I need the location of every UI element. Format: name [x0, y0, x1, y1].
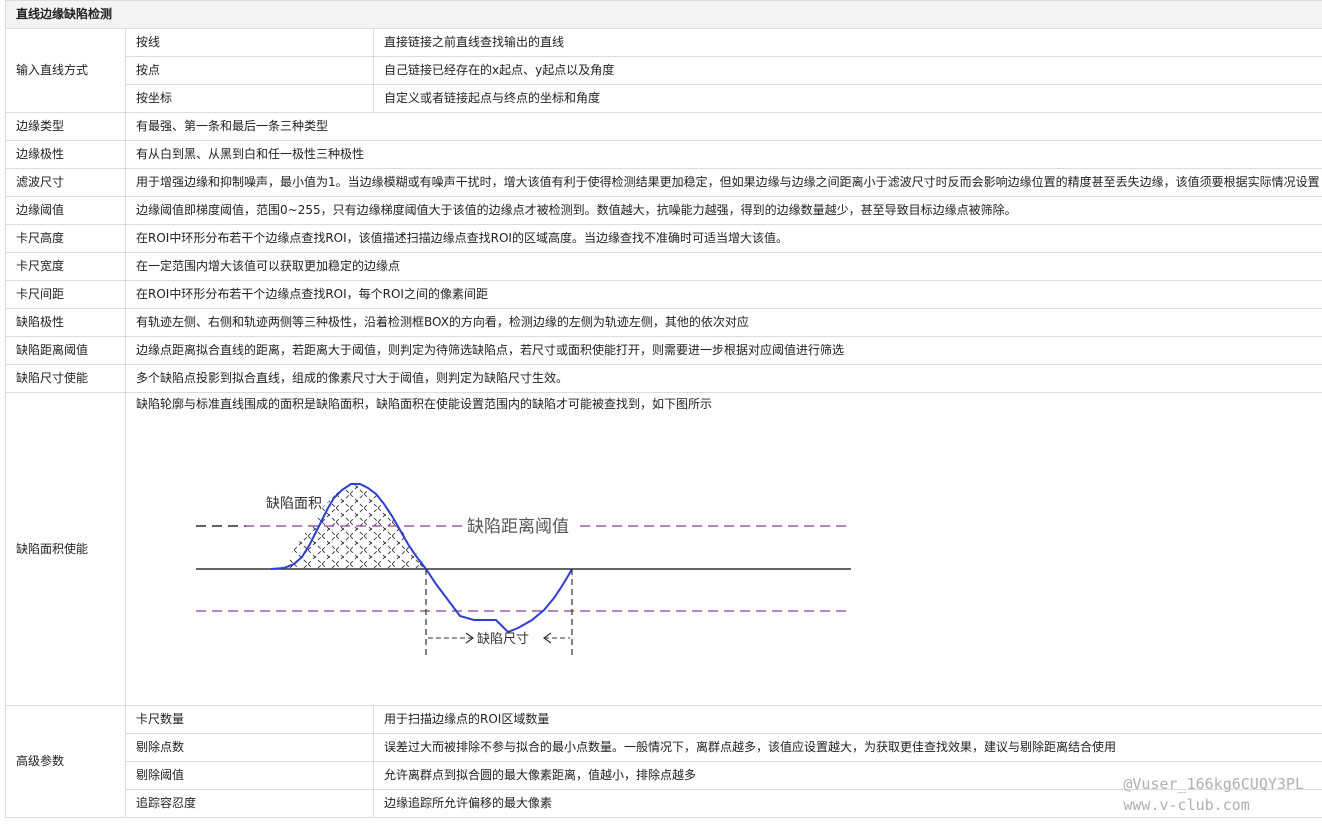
label-defect-size: 缺陷尺寸	[477, 632, 529, 647]
spec-table: 直线边缘缺陷检测 输入直线方式 按线 直接链接之前直线查找输出的直线 按点 自己…	[4, 0, 1322, 818]
option-desc: 误差过大而被排除不参与拟合的最小点数量。一般情况下，离群点越多，该值应设置越大，…	[372, 733, 1322, 762]
table-row: 卡尺间距 在ROI中环形分布若干个边缘点查找ROI，每个ROI之间的像素间距	[5, 280, 1322, 309]
param-name: 边缘极性	[5, 140, 126, 169]
param-desc: 在ROI中环形分布若干个边缘点查找ROI，每个ROI之间的像素间距	[124, 280, 1322, 309]
table-row: 缺陷极性 有轨迹左侧、右侧和轨迹两侧等三种极性，沿着检测框BOX的方向看，检测边…	[5, 308, 1322, 337]
option-name: 按坐标	[125, 84, 374, 113]
param-desc: 边缘点距离拟合直线的距离，若距离大于阈值，则判定为待筛选缺陷点，若尺寸或面积使能…	[124, 336, 1322, 365]
table-row: 追踪容忍度 边缘追踪所允许偏移的最大像素	[6, 789, 1322, 818]
table-row: 卡尺宽度 在一定范围内增大该值可以获取更加稳定的边缘点	[5, 252, 1322, 281]
table-row: 边缘阈值 边缘阈值即梯度阈值，范围0~255，只有边缘梯度阈值大于该值的边缘点才…	[5, 196, 1322, 225]
param-name: 滤波尺寸	[5, 168, 126, 197]
option-desc: 用于扫描边缘点的ROI区域数量	[372, 705, 1322, 734]
option-name: 追踪容忍度	[125, 789, 374, 818]
param-desc: 在一定范围内增大该值可以获取更加稳定的边缘点	[124, 252, 1322, 281]
option-name: 剔除阈值	[125, 761, 374, 790]
option-name: 按点	[125, 56, 374, 85]
param-name: 缺陷极性	[5, 308, 126, 337]
advanced-label: 高级参数	[5, 705, 126, 818]
option-desc: 允许离群点到拟合圆的最大像素距离，值越小，排除点越多	[372, 761, 1322, 790]
param-name: 缺陷尺寸使能	[5, 364, 126, 393]
option-name: 卡尺数量	[125, 705, 374, 734]
label-threshold: 缺陷距离阈值	[467, 517, 569, 537]
param-name: 边缘阈值	[5, 196, 126, 225]
table-row: 按点 自己链接已经存在的x起点、y起点以及角度	[6, 56, 1322, 85]
input-mode-label: 输入直线方式	[5, 28, 126, 113]
param-desc: 边缘阈值即梯度阈值，范围0~255，只有边缘梯度阈值大于该值的边缘点才被检测到。…	[124, 196, 1322, 225]
option-desc: 自定义或者链接起点与终点的坐标和角度	[372, 84, 1322, 113]
param-name: 卡尺间距	[5, 280, 126, 309]
table-row: 缺陷距离阈值 边缘点距离拟合直线的距离，若距离大于阈值，则判定为待筛选缺陷点，若…	[5, 336, 1322, 365]
table-row: 边缘极性 有从白到黑、从黑到白和任一极性三种极性	[5, 140, 1322, 169]
table-row: 高级参数 卡尺数量 用于扫描边缘点的ROI区域数量	[5, 705, 1322, 818]
param-desc: 有最强、第一条和最后一条三种类型	[124, 112, 1322, 141]
param-desc: 有轨迹左侧、右侧和轨迹两侧等三种极性，沿着检测框BOX的方向看，检测边缘的左侧为…	[124, 308, 1322, 337]
param-name: 边缘类型	[5, 112, 126, 141]
param-name: 缺陷面积使能	[5, 392, 126, 706]
table-row: 缺陷尺寸使能 多个缺陷点投影到拟合直线，组成的像素尺寸大于阈值，则判定为缺陷尺寸…	[5, 364, 1322, 393]
option-name: 按线	[125, 28, 374, 57]
label-defect-area: 缺陷面积	[266, 496, 322, 512]
param-desc: 在ROI中环形分布若干个边缘点查找ROI，该值描述扫描边缘点查找ROI的区域高度…	[124, 224, 1322, 253]
option-desc: 直接链接之前直线查找输出的直线	[372, 28, 1322, 57]
table-row: 边缘类型 有最强、第一条和最后一条三种类型	[5, 112, 1322, 141]
param-desc: 用于增强边缘和抑制噪声，最小值为1。当边缘模糊或有噪声干扰时，增大该值有利于使得…	[124, 168, 1322, 197]
option-name: 剔除点数	[125, 733, 374, 762]
param-name: 缺陷距离阈值	[5, 336, 126, 365]
option-desc: 边缘追踪所允许偏移的最大像素	[372, 789, 1322, 818]
defect-area-figure: 缺陷面积 缺陷距离阈值 缺陷尺寸	[136, 412, 1312, 702]
table-row: 剔除点数 误差过大而被排除不参与拟合的最小点数量。一般情况下，离群点越多，该值应…	[6, 733, 1322, 762]
table-row: 缺陷面积使能 缺陷轮廓与标准直线围成的面积是缺陷面积，缺陷面积在使能设置范围内的…	[5, 392, 1322, 706]
table-row: 卡尺高度 在ROI中环形分布若干个边缘点查找ROI，该值描述扫描边缘点查找ROI…	[5, 224, 1322, 253]
area-cell: 缺陷轮廓与标准直线围成的面积是缺陷面积，缺陷面积在使能设置范围内的缺陷才可能被查…	[124, 392, 1322, 706]
table-row: 输入直线方式 按线 直接链接之前直线查找输出的直线	[5, 28, 1322, 113]
param-name: 卡尺高度	[5, 224, 126, 253]
param-desc: 多个缺陷点投影到拟合直线，组成的像素尺寸大于阈值，则判定为缺陷尺寸生效。	[124, 364, 1322, 393]
option-desc: 自己链接已经存在的x起点、y起点以及角度	[372, 56, 1322, 85]
table-title: 直线边缘缺陷检测	[4, 0, 1322, 29]
defect-diagram: 缺陷面积 缺陷距离阈值 缺陷尺寸	[196, 482, 851, 656]
param-desc: 缺陷轮廓与标准直线围成的面积是缺陷面积，缺陷面积在使能设置范围内的缺陷才可能被查…	[136, 396, 713, 411]
table-row: 按坐标 自定义或者链接起点与终点的坐标和角度	[6, 84, 1322, 113]
param-desc: 有从白到黑、从黑到白和任一极性三种极性	[124, 140, 1322, 169]
table-row: 滤波尺寸 用于增强边缘和抑制噪声，最小值为1。当边缘模糊或有噪声干扰时，增大该值…	[5, 168, 1322, 197]
table-row: 剔除阈值 允许离群点到拟合圆的最大像素距离，值越小，排除点越多	[6, 761, 1322, 790]
param-name: 卡尺宽度	[5, 252, 126, 281]
title-row: 直线边缘缺陷检测	[4, 0, 1322, 29]
